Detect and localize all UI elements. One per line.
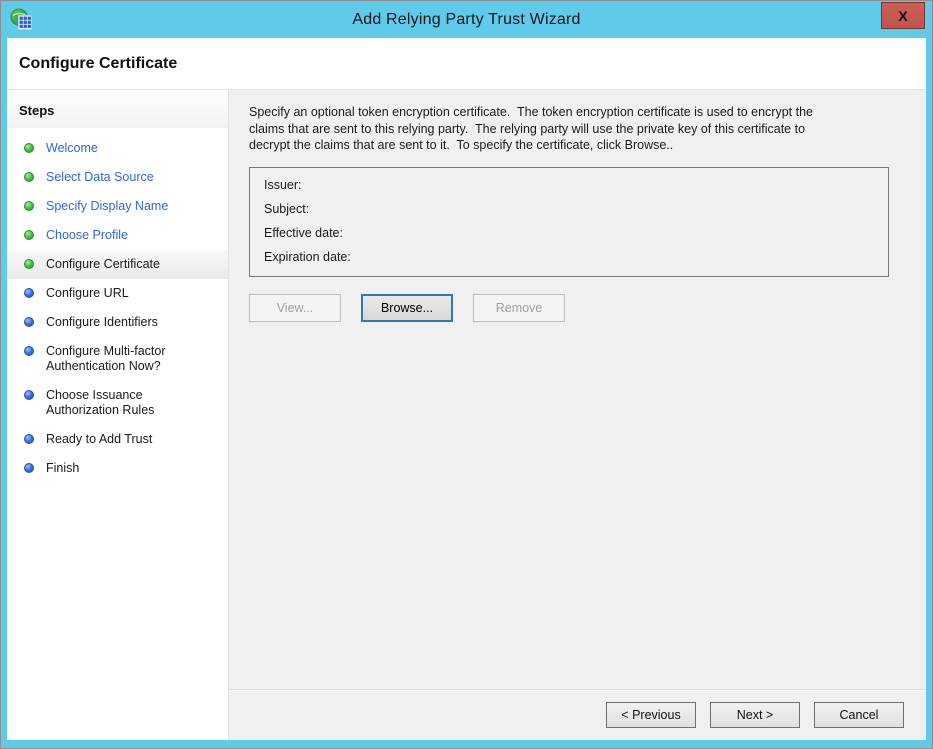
wizard-footer: < Previous Next > Cancel bbox=[229, 689, 926, 740]
step-status-dot bbox=[24, 434, 34, 444]
step-select-data-source[interactable]: Select Data Source bbox=[7, 163, 228, 192]
step-configure-identifiers: Configure Identifiers bbox=[7, 308, 228, 337]
cert-issuer-label: Issuer: bbox=[264, 173, 874, 197]
wizard-window: Add Relying Party Trust Wizard X Configu… bbox=[0, 0, 933, 749]
cancel-button[interactable]: Cancel bbox=[814, 702, 904, 728]
cert-effective-date-label: Effective date: bbox=[264, 221, 874, 245]
step-status-dot bbox=[24, 172, 34, 182]
step-configure-certificate: Configure Certificate bbox=[7, 250, 228, 279]
step-status-dot bbox=[24, 259, 34, 269]
cert-subject-label: Subject: bbox=[264, 197, 874, 221]
steps-heading: Steps bbox=[7, 95, 228, 128]
step-configure-mfa: Configure Multi-factor Authentication No… bbox=[7, 337, 228, 381]
step-finish: Finish bbox=[7, 454, 228, 483]
page-title: Configure Certificate bbox=[19, 55, 177, 73]
step-welcome[interactable]: Welcome bbox=[7, 134, 228, 163]
step-status-dot bbox=[24, 346, 34, 356]
view-button: View... bbox=[249, 294, 341, 322]
cert-expiration-date-label: Expiration date: bbox=[264, 245, 874, 269]
step-ready-to-add-trust: Ready to Add Trust bbox=[7, 425, 228, 454]
steps-list: Welcome Select Data Source Specify Displ… bbox=[7, 134, 228, 483]
certificate-actions: View... Browse... Remove bbox=[249, 294, 896, 322]
previous-button[interactable]: < Previous bbox=[606, 702, 696, 728]
remove-button: Remove bbox=[473, 294, 565, 322]
step-status-dot bbox=[24, 463, 34, 473]
step-configure-url: Configure URL bbox=[7, 279, 228, 308]
step-status-dot bbox=[24, 230, 34, 240]
page-description: Specify an optional token encryption cer… bbox=[249, 104, 896, 154]
step-choose-issuance-rules: Choose Issuance Authorization Rules bbox=[7, 381, 228, 425]
certificate-info-box: Issuer: Subject: Effective date: Expirat… bbox=[249, 167, 889, 277]
content-inner: Specify an optional token encryption cer… bbox=[229, 90, 926, 689]
adfs-app-icon bbox=[10, 8, 33, 31]
step-status-dot bbox=[24, 143, 34, 153]
step-status-dot bbox=[24, 288, 34, 298]
main-content: Specify an optional token encryption cer… bbox=[229, 90, 926, 740]
titlebar: Add Relying Party Trust Wizard X bbox=[1, 1, 932, 38]
wizard-frame: Configure Certificate Steps Welcome Sele… bbox=[7, 38, 926, 740]
step-specify-display-name[interactable]: Specify Display Name bbox=[7, 192, 228, 221]
step-choose-profile[interactable]: Choose Profile bbox=[7, 221, 228, 250]
steps-sidebar: Steps Welcome Select Data Source Specify… bbox=[7, 90, 229, 740]
page-body: Steps Welcome Select Data Source Specify… bbox=[7, 90, 926, 740]
step-status-dot bbox=[24, 201, 34, 211]
page-header: Configure Certificate bbox=[7, 38, 926, 90]
close-button[interactable]: X bbox=[881, 2, 925, 29]
step-status-dot bbox=[24, 390, 34, 400]
window-title: Add Relying Party Trust Wizard bbox=[1, 1, 932, 38]
browse-button[interactable]: Browse... bbox=[361, 294, 453, 322]
step-status-dot bbox=[24, 317, 34, 327]
next-button[interactable]: Next > bbox=[710, 702, 800, 728]
